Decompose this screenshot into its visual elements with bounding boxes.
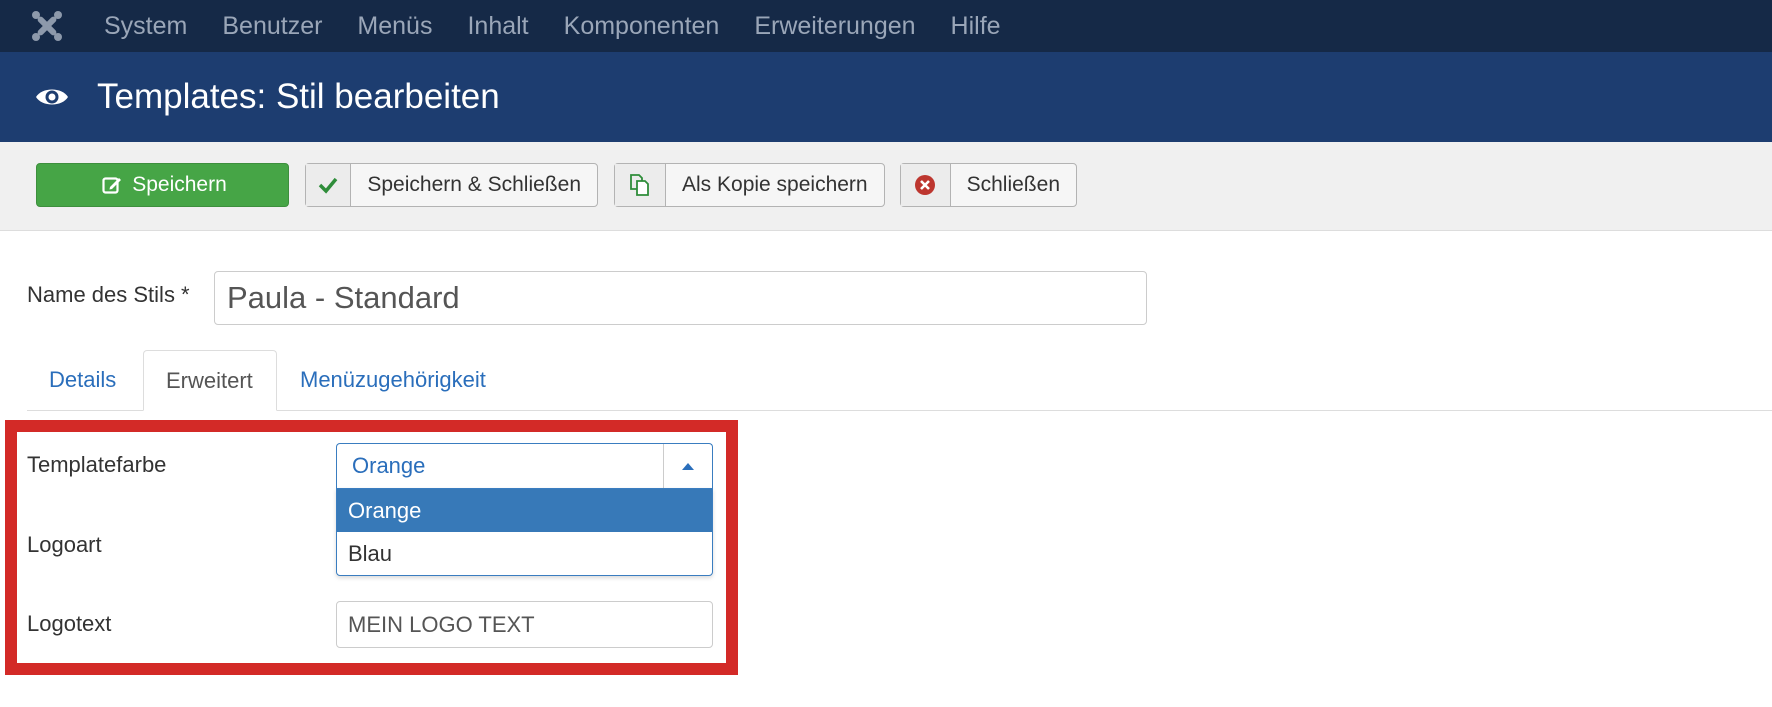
template-color-dropdown: Orange Blau [336, 488, 713, 576]
checkmark-icon [306, 164, 352, 206]
tab-advanced[interactable]: Erweitert [143, 350, 277, 411]
close-button[interactable]: Schließen [900, 163, 1077, 207]
menu-system[interactable]: System [104, 0, 187, 52]
option-blue[interactable]: Blau [337, 532, 712, 575]
tab-menu-assignment[interactable]: Menüzugehörigkeit [278, 350, 518, 410]
main-menu: System Benutzer Menüs Inhalt Komponenten… [104, 0, 1036, 52]
title-bar: Templates: Stil bearbeiten [0, 52, 1772, 142]
joomla-logo-icon[interactable] [30, 9, 64, 43]
style-name-input[interactable]: Paula - Standard [214, 271, 1147, 325]
template-color-label: Templatefarbe [27, 452, 167, 477]
menu-content[interactable]: Inhalt [467, 0, 528, 52]
page-title: Templates: Stil bearbeiten [97, 77, 500, 116]
menu-users[interactable]: Benutzer [222, 0, 322, 52]
save-label: Speichern [132, 173, 227, 196]
tab-bar: Details Erweitert Menüzugehörigkeit [27, 350, 1772, 411]
save-close-label: Speichern & Schließen [367, 173, 581, 196]
save-as-copy-button[interactable]: Als Kopie speichern [614, 163, 885, 207]
save-button[interactable]: Speichern [36, 163, 289, 207]
tab-details[interactable]: Details [27, 350, 139, 410]
top-navbar: System Benutzer Menüs Inhalt Komponenten… [0, 0, 1772, 53]
edit-icon [98, 164, 126, 206]
template-color-value: Orange [352, 453, 426, 478]
toolbar: Speichern Speichern & Schließen Als Kopi… [0, 142, 1772, 231]
save-close-button[interactable]: Speichern & Schließen [305, 163, 598, 207]
option-orange[interactable]: Orange [337, 489, 712, 532]
eye-icon [36, 89, 68, 105]
menu-extensions[interactable]: Erweiterungen [754, 0, 915, 52]
logo-text-input[interactable]: MEIN LOGO TEXT [336, 601, 713, 648]
save-as-copy-label: Als Kopie speichern [682, 173, 868, 196]
close-circle-icon [901, 164, 951, 206]
menu-menus[interactable]: Menüs [357, 0, 432, 52]
caret-up-icon[interactable] [663, 444, 712, 488]
logo-type-label: Logoart [27, 532, 102, 557]
style-name-label: Name des Stils * [27, 282, 190, 307]
menu-components[interactable]: Komponenten [564, 0, 720, 52]
menu-help[interactable]: Hilfe [951, 0, 1001, 52]
close-label: Schließen [966, 173, 1060, 196]
template-color-select[interactable]: Orange [336, 443, 713, 489]
copy-icon [615, 164, 666, 206]
logo-text-label: Logotext [27, 611, 112, 636]
